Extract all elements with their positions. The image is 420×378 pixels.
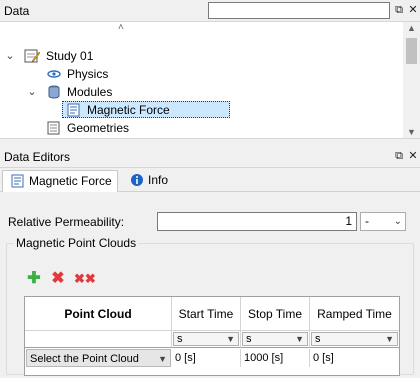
column-header-stop-time[interactable]: Stop Time — [241, 297, 310, 331]
study-icon — [24, 49, 40, 63]
unit-value: s — [246, 333, 252, 345]
document-icon — [11, 174, 24, 188]
tree-item-label: Geometries — [67, 121, 130, 135]
data-panel-title: Data — [4, 4, 30, 18]
dropdown-arrow-icon: ▼ — [295, 334, 304, 344]
point-cloud-grid: Point Cloud Start Time Stop Time Ramped … — [24, 296, 400, 376]
point-cloud-select[interactable]: Select the Point Cloud ▼ — [26, 349, 171, 367]
scroll-thumb[interactable] — [406, 38, 417, 64]
ramped-time-cell[interactable]: 0 [s] — [310, 349, 399, 367]
start-time-cell[interactable]: 0 [s] — [172, 349, 241, 367]
unit-value: s — [177, 333, 183, 345]
tree-item-modules[interactable]: ⌄ Modules — [0, 83, 400, 101]
delete-all-icon[interactable]: ✖✖ — [74, 271, 96, 287]
data-tree: ˄ ⌄ Study 01 Physics ⌄ Modules Magnetic … — [0, 22, 420, 138]
document-icon — [67, 103, 80, 117]
editors-panel-header: Data Editors ⧉ ✕ — [0, 146, 420, 168]
float-window-icon[interactable]: ⧉ — [392, 3, 406, 17]
unit-select[interactable]: s ▼ — [311, 332, 398, 346]
close-icon[interactable]: ✕ — [406, 3, 420, 17]
tree-item-physics[interactable]: Physics — [0, 65, 400, 83]
unit-select[interactable]: s ▼ — [173, 332, 239, 346]
permeability-unit-select[interactable]: - ⌄ — [360, 212, 406, 231]
editor-tabs: Magnetic Force Info — [0, 168, 420, 193]
group-title: Magnetic Point Clouds — [14, 236, 139, 250]
close-icon[interactable]: ✕ — [406, 149, 420, 163]
point-cloud-value: Select the Point Cloud — [30, 353, 139, 365]
column-header-start-time[interactable]: Start Time — [172, 297, 241, 331]
tree-item-geometries[interactable]: Geometries — [0, 119, 400, 137]
unit-select[interactable]: s ▼ — [242, 332, 308, 346]
expand-arrow-icon[interactable]: ⌄ — [26, 83, 38, 101]
tab-magnetic-force[interactable]: Magnetic Force — [2, 170, 118, 193]
chevron-down-icon: ⌄ — [393, 216, 402, 227]
ramped-time-unit[interactable]: s ▼ — [310, 331, 399, 348]
dropdown-arrow-icon: ▼ — [158, 354, 167, 364]
expand-arrow-icon[interactable]: ⌄ — [4, 47, 16, 65]
editors-panel-title: Data Editors — [4, 150, 71, 164]
tree-item-label: Study 01 — [46, 49, 94, 63]
data-panel-header: Data ⧉ ✕ — [0, 0, 420, 22]
scroll-up-icon[interactable]: ▲ — [407, 23, 416, 33]
data-search-input[interactable] — [208, 2, 390, 19]
physics-icon — [47, 70, 61, 78]
unit-spacer — [25, 331, 172, 348]
stop-time-cell[interactable]: 1000 [s] — [241, 349, 310, 367]
tree-item-label: Modules — [67, 85, 113, 99]
tree-scrollbar[interactable]: ▲ ▼ — [403, 22, 420, 138]
column-header-ramped-time[interactable]: Ramped Time — [310, 297, 399, 331]
tree-item-study[interactable]: ⌄ Study 01 — [0, 47, 400, 65]
unit-value: - — [365, 214, 369, 228]
info-icon — [131, 174, 143, 186]
delete-icon[interactable]: ✖ — [50, 271, 66, 287]
tab-info[interactable]: Info — [122, 170, 182, 193]
float-window-icon[interactable]: ⧉ — [392, 149, 406, 163]
tab-label: Magnetic Force — [29, 174, 112, 188]
tree-item-label: Physics — [67, 67, 109, 81]
unit-value: s — [315, 333, 321, 345]
tab-label: Info — [148, 173, 169, 187]
add-icon[interactable]: ✚ — [26, 271, 42, 287]
panel-splitter[interactable] — [0, 138, 420, 146]
tree-item-label: Magnetic Force — [87, 103, 170, 117]
collapse-up-icon[interactable]: ˄ — [118, 22, 124, 33]
dropdown-arrow-icon: ▼ — [226, 334, 235, 344]
relative-permeability-input[interactable]: 1 — [157, 212, 357, 231]
database-icon — [48, 85, 60, 99]
tree-item-magnetic-force[interactable]: Magnetic Force — [0, 101, 400, 119]
stop-time-unit[interactable]: s ▼ — [241, 331, 310, 348]
column-header-point-cloud[interactable]: Point Cloud — [25, 297, 172, 331]
scroll-down-icon[interactable]: ▼ — [407, 127, 416, 137]
relative-permeability-label: Relative Permeability: — [8, 215, 125, 229]
start-time-unit[interactable]: s ▼ — [172, 331, 241, 348]
geometries-icon — [47, 121, 60, 135]
dropdown-arrow-icon: ▼ — [385, 334, 394, 344]
